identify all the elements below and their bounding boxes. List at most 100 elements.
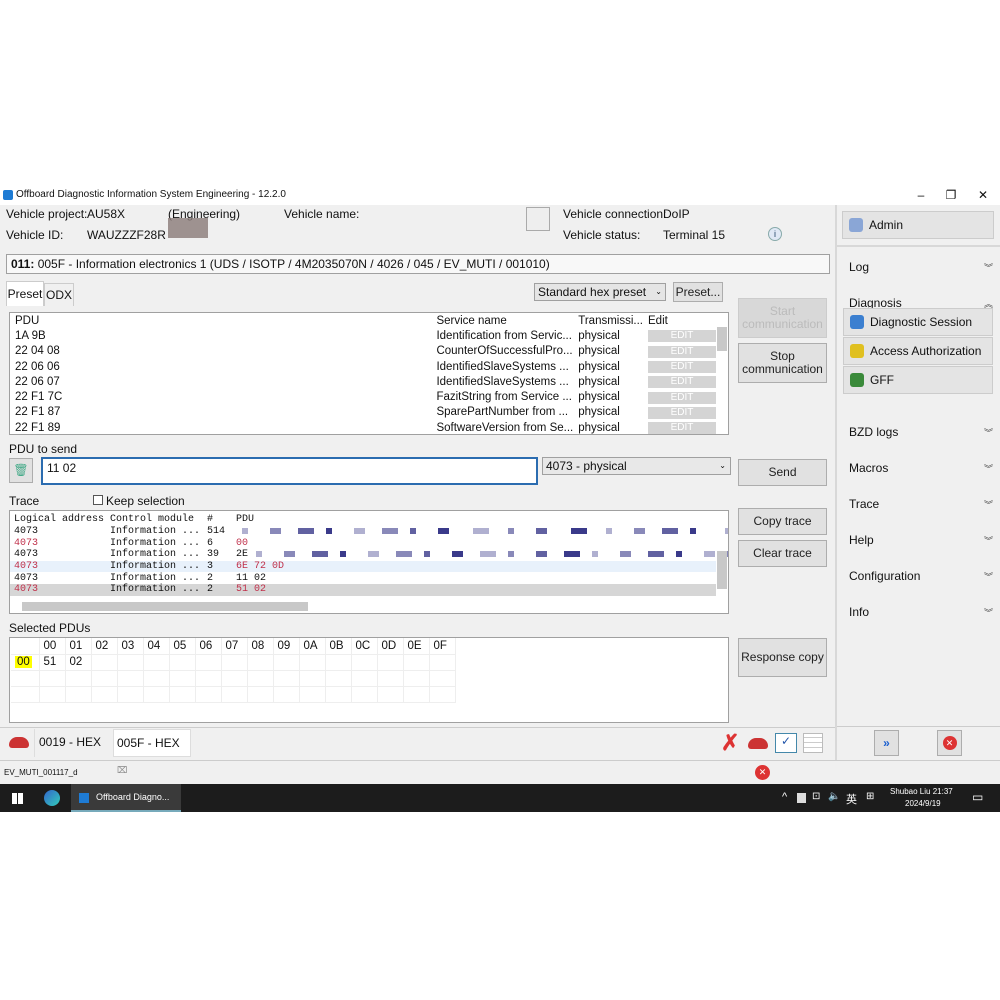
trash-icon[interactable]: 🗑 xyxy=(9,458,33,483)
trace-v-scrollbar[interactable] xyxy=(717,551,727,589)
trace-row[interactable]: 4073 Information ... 6 00 xyxy=(10,537,716,549)
expand-icon[interactable]: ︾ xyxy=(984,426,993,439)
hex-cell[interactable]: 02 xyxy=(65,654,92,671)
hex-cell[interactable] xyxy=(117,654,144,671)
col-transmission[interactable]: Transmissi... xyxy=(573,313,643,328)
hex-cell[interactable] xyxy=(403,670,430,687)
tab-0019-hex[interactable]: 0019 - HEX xyxy=(34,729,113,757)
hex-cell[interactable] xyxy=(143,654,170,671)
hex-cell[interactable] xyxy=(351,654,378,671)
hex-cell[interactable] xyxy=(221,686,248,703)
expand-icon[interactable]: ︾ xyxy=(984,498,993,511)
copy-trace-button[interactable]: Copy trace xyxy=(738,508,827,535)
grid-icon[interactable] xyxy=(803,733,823,753)
keyboard-icon[interactable]: ⊞ xyxy=(866,791,874,802)
hex-cell[interactable] xyxy=(91,686,118,703)
minimize-button[interactable]: – xyxy=(906,185,936,205)
trace-row[interactable]: 4073 Information ... 39 2E xyxy=(10,549,716,561)
trace-row[interactable]: 4073 Information ... 3 6E 72 0D xyxy=(10,560,716,573)
col-pdu[interactable]: PDU xyxy=(232,514,716,526)
sidebar-item-diagnostic-session[interactable]: Diagnostic Session xyxy=(843,308,993,336)
windows-start-icon[interactable] xyxy=(12,793,23,804)
pdu-scrollbar[interactable] xyxy=(717,327,727,351)
checklist-icon[interactable]: ✓ xyxy=(775,733,797,753)
target-select[interactable]: 4073 - physical ⌄ xyxy=(542,457,731,475)
hex-cell[interactable] xyxy=(351,670,378,687)
hex-cell[interactable] xyxy=(377,654,404,671)
sidebar-section-configuration[interactable]: Configuration xyxy=(849,569,920,583)
hex-cell[interactable] xyxy=(273,686,300,703)
restore-button[interactable]: ❐ xyxy=(936,185,966,205)
error-icon[interactable]: ✕ xyxy=(755,765,770,780)
hex-cell[interactable] xyxy=(91,654,118,671)
expand-icon[interactable]: ︾ xyxy=(984,606,993,619)
edit-button[interactable]: EDIT xyxy=(648,376,716,389)
hex-cell[interactable] xyxy=(377,670,404,687)
expand-icon[interactable]: ︾ xyxy=(984,534,993,547)
user-time[interactable]: Shubao Liu 21:37 xyxy=(890,787,953,796)
ime-indicator[interactable]: 英 xyxy=(846,791,857,807)
hex-cell[interactable] xyxy=(195,670,222,687)
edit-button[interactable]: EDIT xyxy=(648,406,716,419)
expand-icon[interactable]: ︾ xyxy=(984,462,993,475)
stop-communication-button[interactable]: Stop communication xyxy=(738,343,827,383)
hex-cell[interactable] xyxy=(429,670,456,687)
hex-cell[interactable] xyxy=(325,654,352,671)
tab-preset[interactable]: Preset xyxy=(6,281,44,306)
pdu-row[interactable]: 22 F1 7C FazitString from Service ... phys… xyxy=(10,389,716,404)
preset-select[interactable]: Standard hex preset ⌄ xyxy=(534,283,666,301)
col-edit[interactable]: Edit xyxy=(643,313,716,328)
hex-cell[interactable] xyxy=(195,654,222,671)
edit-button[interactable]: EDIT xyxy=(648,361,716,374)
hex-cell[interactable] xyxy=(273,670,300,687)
start-communication-button[interactable]: Start communication xyxy=(738,298,827,338)
pdu-row[interactable]: 22 F1 89 SoftwareVersion from Se... physic… xyxy=(10,420,716,434)
hex-cell[interactable] xyxy=(91,670,118,687)
hex-cell[interactable] xyxy=(39,670,66,687)
tray-app-icon[interactable] xyxy=(797,793,806,803)
hex-cell[interactable] xyxy=(273,654,300,671)
hex-cell[interactable] xyxy=(377,686,404,703)
edit-button[interactable]: EDIT xyxy=(648,345,716,358)
edit-button[interactable]: EDIT xyxy=(648,391,716,404)
pdu-row[interactable]: 22 06 07 IdentifiedSlaveSystems ... physic… xyxy=(10,374,716,389)
edit-vehicle-icon[interactable] xyxy=(526,207,550,231)
sidebar-section-info[interactable]: Info xyxy=(849,605,869,619)
expand-icon[interactable]: ︾ xyxy=(984,261,993,274)
pdu-send-input[interactable]: 11 02 xyxy=(41,457,538,485)
tray-chevron-icon[interactable]: ^ xyxy=(782,791,787,803)
notification-icon[interactable]: ▭ xyxy=(972,790,983,804)
delete-x-icon[interactable]: ✗ xyxy=(721,730,739,756)
sidebar-section-trace[interactable]: Trace xyxy=(849,497,879,511)
info-icon[interactable]: i xyxy=(768,227,782,241)
hex-cell[interactable] xyxy=(247,670,274,687)
volume-icon[interactable]: 🔈 xyxy=(828,791,840,802)
hex-cell[interactable] xyxy=(299,654,326,671)
hex-cell[interactable] xyxy=(195,686,222,703)
taskbar-app-button[interactable]: Offboard Diagno... xyxy=(71,784,181,812)
sidebar-section-log[interactable]: Log xyxy=(849,260,869,274)
edge-browser-icon[interactable] xyxy=(44,790,60,806)
pdu-row[interactable]: 1A 9B Identification from Servic... physic… xyxy=(10,328,716,343)
hex-cell[interactable] xyxy=(117,686,144,703)
trace-h-scrollbar[interactable] xyxy=(22,602,308,611)
date[interactable]: 2024/9/19 xyxy=(905,799,941,808)
hex-cell[interactable] xyxy=(429,654,456,671)
hex-cell[interactable] xyxy=(169,686,196,703)
hex-cell[interactable] xyxy=(39,686,66,703)
cancel-button[interactable]: ✕ xyxy=(937,730,962,756)
hex-cell[interactable] xyxy=(403,654,430,671)
hex-cell[interactable] xyxy=(299,686,326,703)
hex-cell[interactable] xyxy=(325,686,352,703)
hex-cell[interactable] xyxy=(221,654,248,671)
col-control-module[interactable]: Control module xyxy=(106,514,203,526)
response-copy-button[interactable]: Response copy xyxy=(738,638,827,677)
hex-cell[interactable] xyxy=(65,686,92,703)
pdu-row[interactable]: 22 04 08 CounterOfSuccessfulPro... physica… xyxy=(10,344,716,359)
keep-selection-checkbox[interactable] xyxy=(93,495,103,505)
pdu-row[interactable]: 22 F1 87 SparePartNumber from ... physical… xyxy=(10,405,716,420)
close-button[interactable]: ✕ xyxy=(968,185,998,205)
pdu-row[interactable]: 22 06 06 IdentifiedSlaveSystems ... physic… xyxy=(10,359,716,374)
sidebar-item-gff[interactable]: GFF xyxy=(843,366,993,394)
hex-cell[interactable] xyxy=(325,670,352,687)
